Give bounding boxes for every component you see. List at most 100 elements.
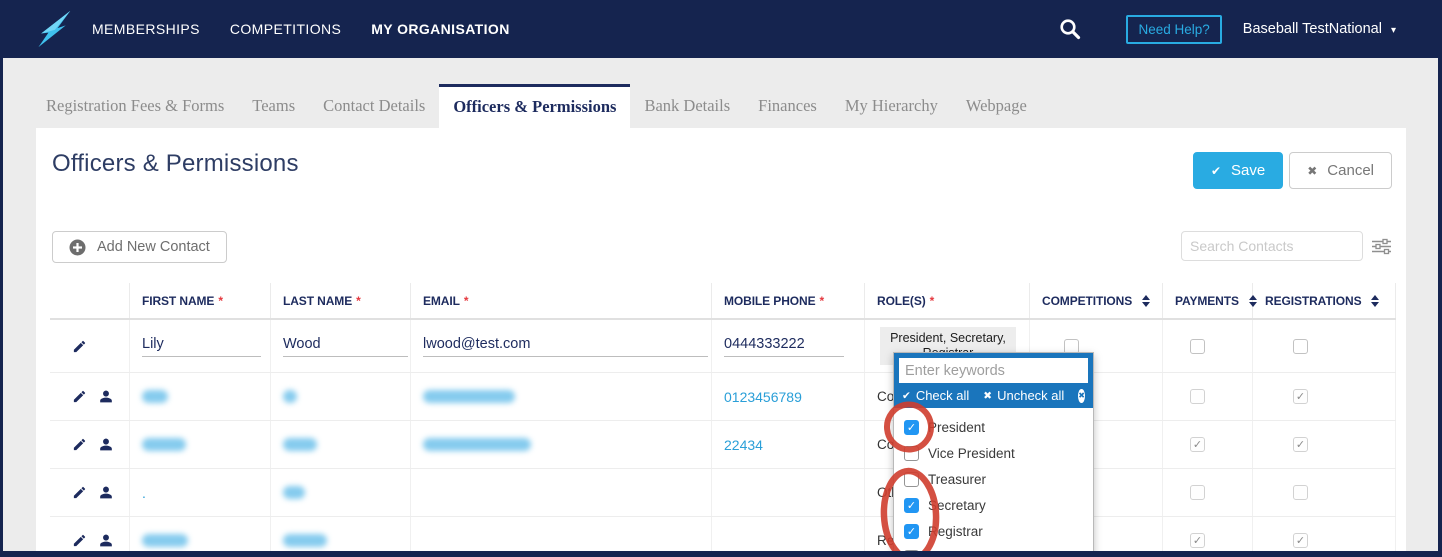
contacts-table: FIRST NAME * LAST NAME * EMAIL * MOBILE PHONE *… <box>50 283 1396 557</box>
required-marker: * <box>819 293 825 308</box>
app-window: MEMBERSHIPS COMPETITIONS MY ORGANISATION N… <box>0 0 1442 557</box>
person-icon[interactable] <box>99 389 113 404</box>
redacted-first <box>142 534 188 547</box>
col-header-mobile-phone: MOBILE PHONE * <box>712 283 865 318</box>
x-icon: ✖ <box>1307 163 1318 178</box>
registrations-cell: ✓ <box>1253 517 1396 557</box>
roles-value[interactable]: Co <box>877 437 894 452</box>
top-navbar: MEMBERSHIPS COMPETITIONS MY ORGANISATION N… <box>0 0 1442 58</box>
roles-value[interactable]: Re <box>877 533 894 548</box>
phone-value[interactable]: 0123456789 <box>724 389 802 405</box>
payments-cell <box>1163 469 1253 516</box>
last-cell <box>271 469 411 516</box>
table-header-row: FIRST NAME * LAST NAME * EMAIL * MOBILE PHONE *… <box>50 283 1396 320</box>
account-menu[interactable]: Baseball TestNational ▾ <box>1243 21 1396 37</box>
roles-value[interactable]: Co <box>877 389 894 404</box>
tab-registration-fees-forms[interactable]: Registration Fees & Forms <box>32 84 238 128</box>
tab-contact-details[interactable]: Contact Details <box>309 84 439 128</box>
nav-item-my-organisation[interactable]: MY ORGANISATION <box>356 21 525 37</box>
sort-icon[interactable] <box>1371 294 1380 307</box>
check-all-button[interactable]: ✔ Check all <box>902 388 969 403</box>
tab-bank-details[interactable]: Bank Details <box>630 84 744 128</box>
col-header-competitions[interactable]: COMPETITIONS <box>1030 283 1163 318</box>
checkbox-icon[interactable]: ✓ <box>904 497 919 513</box>
check-icon: ✔ <box>1210 163 1222 178</box>
person-icon[interactable] <box>99 533 113 548</box>
payments-checkbox[interactable] <box>1190 338 1205 354</box>
redacted-last <box>283 390 297 403</box>
checkbox-icon[interactable] <box>904 549 919 557</box>
gameday-logo-icon[interactable] <box>33 8 73 50</box>
redacted-email <box>423 390 515 403</box>
role-option-president[interactable]: ✓ President <box>894 414 1093 440</box>
search-icon[interactable] <box>1058 17 1082 41</box>
checkbox-icon[interactable]: ✓ <box>904 523 919 539</box>
cancel-label: Cancel <box>1327 162 1374 179</box>
search-contacts-input[interactable] <box>1181 231 1363 261</box>
redacted-first <box>142 438 186 451</box>
col-header-role-s: ROLE(S) * <box>865 283 1030 318</box>
tab-my-hierarchy[interactable]: My Hierarchy <box>831 84 952 128</box>
role-option-secretary[interactable]: ✓ Secretary <box>894 492 1093 518</box>
role-option-vice-president[interactable]: Vice President <box>894 440 1093 466</box>
pencil-icon[interactable] <box>72 533 87 548</box>
save-label: Save <box>1231 162 1266 179</box>
phone-input[interactable]: 0444333222 <box>724 336 844 357</box>
phone-value[interactable]: 22434 <box>724 437 763 453</box>
add-new-contact-button[interactable]: Add New Contact <box>52 231 227 263</box>
first-value[interactable]: . <box>142 485 146 501</box>
nav-item-memberships[interactable]: MEMBERSHIPS <box>77 21 215 37</box>
sort-icon[interactable] <box>1142 294 1151 307</box>
redacted-last <box>283 534 327 547</box>
required-marker: * <box>929 293 935 308</box>
required-marker: * <box>218 293 224 308</box>
tab-teams[interactable]: Teams <box>238 84 309 128</box>
tab-finances[interactable]: Finances <box>744 84 831 128</box>
role-option-label: Treasurer <box>928 471 987 487</box>
phone-cell: 22434 <box>712 421 865 468</box>
registrations-checkbox[interactable] <box>1293 338 1308 354</box>
close-icon[interactable]: ✖ <box>1078 388 1085 403</box>
uncheck-all-button[interactable]: ✖ Uncheck all <box>983 388 1064 403</box>
need-help-button[interactable]: Need Help? <box>1126 14 1222 44</box>
payments-cell <box>1163 373 1253 420</box>
first-cell: . <box>130 469 271 516</box>
checkbox-icon[interactable] <box>904 445 919 461</box>
role-option-registrar[interactable]: ✓ Registrar <box>894 518 1093 544</box>
payments-checkbox: ✓ <box>1190 437 1205 452</box>
email-input[interactable]: lwood@test.com <box>423 336 708 357</box>
add-new-contact-label: Add New Contact <box>97 239 210 255</box>
email-cell <box>411 421 712 468</box>
tab-webpage[interactable]: Webpage <box>952 84 1041 128</box>
roles-keyword-input[interactable] <box>899 358 1088 383</box>
cancel-button[interactable]: ✖ Cancel <box>1289 152 1392 189</box>
tab-officers-permissions[interactable]: Officers & Permissions <box>439 84 631 128</box>
col-header-payments[interactable]: PAYMENTS <box>1163 283 1257 318</box>
pencil-icon[interactable] <box>72 389 87 404</box>
nav-item-competitions[interactable]: COMPETITIONS <box>215 21 356 37</box>
checkbox-icon[interactable] <box>904 471 919 487</box>
role-option-treasurer[interactable]: Treasurer <box>894 466 1093 492</box>
pencil-icon[interactable] <box>72 485 87 500</box>
save-button[interactable]: ✔ Save <box>1192 152 1284 189</box>
col-header-last-name: LAST NAME * <box>271 283 411 318</box>
check-all-label: Check all <box>915 388 970 403</box>
role-option-label: Vice President <box>928 445 1015 461</box>
col-header-label: PAYMENTS <box>1175 293 1239 308</box>
pencil-icon[interactable] <box>72 437 87 452</box>
person-icon[interactable] <box>99 485 113 500</box>
person-icon[interactable] <box>99 437 113 452</box>
col-header-label: FIRST NAME <box>142 293 215 308</box>
payments-cell: ✓ <box>1163 517 1253 557</box>
col-header-registrations[interactable]: REGISTRATIONS <box>1253 283 1396 318</box>
first-input[interactable]: Lily <box>142 336 261 357</box>
roles-multiselect-dropdown: ✔ Check all ✖ Uncheck all ✖ ✓ President Vi… <box>893 352 1094 557</box>
checkbox-icon[interactable]: ✓ <box>904 419 919 435</box>
role-option-committee-member[interactable]: Committee Member <box>894 544 1093 557</box>
pencil-icon[interactable] <box>72 339 87 354</box>
col-header-label: COMPETITIONS <box>1042 293 1133 308</box>
last-input[interactable]: Wood <box>283 336 408 357</box>
first-cell <box>130 373 271 420</box>
redacted-email <box>423 438 531 451</box>
filter-icon[interactable] <box>1371 238 1392 255</box>
